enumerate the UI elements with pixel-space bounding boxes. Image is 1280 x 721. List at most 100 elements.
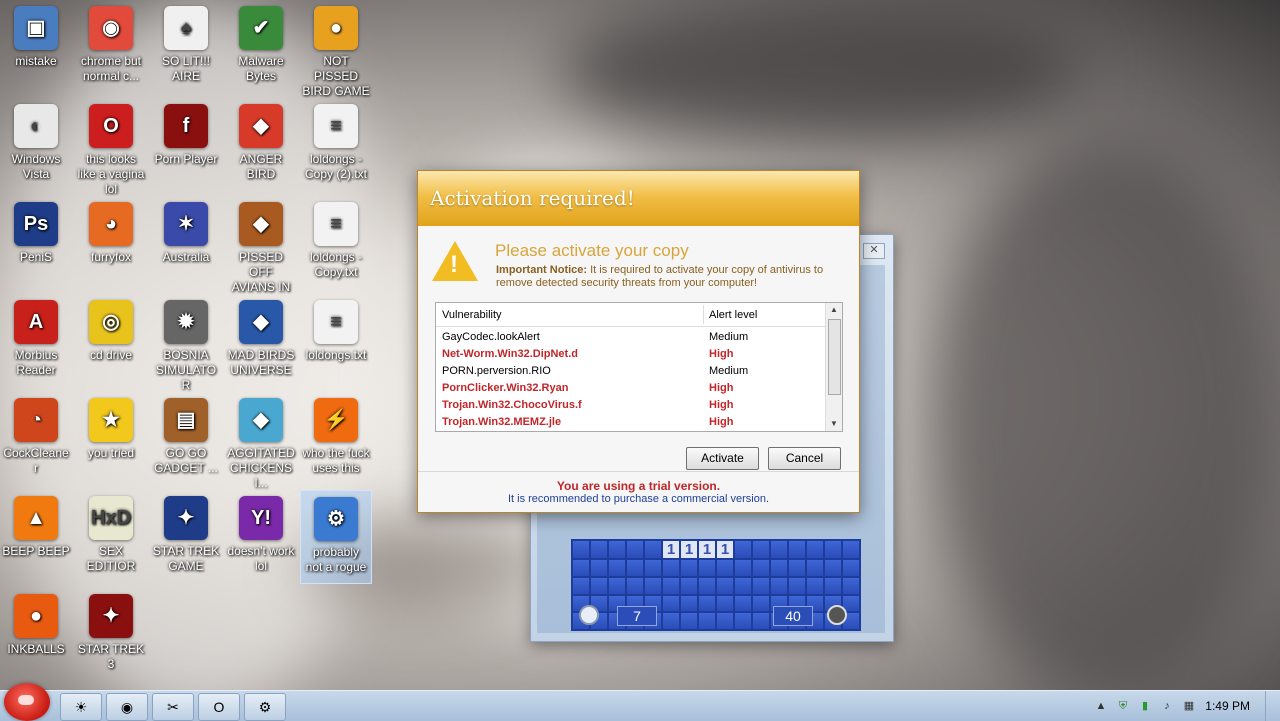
taskbar-button[interactable]: ◉ bbox=[106, 693, 148, 721]
volume-icon[interactable]: ♪ bbox=[1160, 699, 1174, 713]
mine-cell[interactable] bbox=[735, 560, 751, 576]
purchase-recommendation[interactable]: It is recommended to purchase a commerci… bbox=[418, 493, 859, 505]
column-alert-level[interactable]: Alert level bbox=[709, 309, 757, 321]
desktop-icon[interactable]: ✶ Australia bbox=[150, 196, 222, 290]
mine-cell[interactable] bbox=[771, 541, 787, 558]
mine-cell[interactable] bbox=[699, 560, 715, 576]
desktop-icon[interactable]: A Morbius Reader bbox=[0, 294, 72, 388]
taskbar-button[interactable]: ⚙ bbox=[244, 693, 286, 721]
mine-cell[interactable] bbox=[627, 577, 643, 594]
column-vulnerability[interactable]: Vulnerability bbox=[442, 309, 502, 321]
desktop-icon[interactable]: ◕ furryfox bbox=[75, 196, 147, 290]
mine-cell[interactable]: 1 bbox=[717, 541, 733, 558]
mine-cell[interactable] bbox=[807, 560, 823, 576]
mine-cell[interactable] bbox=[807, 541, 823, 558]
list-item[interactable]: PORN.perversion.RIO Medium bbox=[436, 363, 825, 380]
cancel-button[interactable]: Cancel bbox=[768, 447, 841, 470]
activate-button[interactable]: Activate bbox=[686, 447, 759, 470]
desktop-icon[interactable]: ✹ BOSNIA SIMULATOR bbox=[150, 294, 222, 392]
desktop-icon[interactable]: Ps PeniS bbox=[0, 196, 72, 290]
desktop-icon[interactable]: ✔ Malware Bytes bbox=[225, 0, 297, 94]
list-item[interactable]: Trojan.Win32.ChocoVirus.f High bbox=[436, 397, 825, 414]
desktop-icon[interactable]: ✦ STAR TREK 3 bbox=[75, 588, 147, 682]
mine-cell[interactable] bbox=[825, 560, 841, 576]
mine-cell[interactable] bbox=[753, 541, 769, 558]
mine-cell[interactable] bbox=[735, 577, 751, 594]
mine-cell[interactable] bbox=[663, 577, 679, 594]
list-header[interactable]: Vulnerability Alert level bbox=[436, 303, 825, 327]
network-icon[interactable]: ▦ bbox=[1182, 699, 1196, 713]
desktop-icon[interactable]: ⚡ who the fuck uses this bbox=[300, 392, 372, 486]
mine-cell[interactable] bbox=[789, 577, 805, 594]
mine-cell[interactable] bbox=[591, 541, 607, 558]
desktop-icon[interactable]: ▤ GO GO GADGET ... bbox=[150, 392, 222, 486]
desktop-icon[interactable]: ● INKBALLS bbox=[0, 588, 72, 682]
mine-cell[interactable] bbox=[771, 577, 787, 594]
mine-cell[interactable] bbox=[645, 560, 661, 576]
mine-cell[interactable] bbox=[843, 577, 859, 594]
mine-cell[interactable] bbox=[627, 541, 643, 558]
desktop-icon[interactable]: ▣ mistake bbox=[0, 0, 72, 94]
mine-cell[interactable] bbox=[843, 560, 859, 576]
list-item[interactable]: GayCodec.lookAlert Medium bbox=[436, 329, 825, 346]
scroll-thumb[interactable] bbox=[828, 319, 841, 395]
mine-cell[interactable] bbox=[609, 577, 625, 594]
mine-cell[interactable] bbox=[789, 541, 805, 558]
mine-cell[interactable] bbox=[789, 560, 805, 576]
desktop-icon[interactable]: ✦ STAR TREK GAME bbox=[150, 490, 222, 584]
shield-icon[interactable]: ⛨ bbox=[1116, 699, 1130, 713]
mine-cell[interactable] bbox=[717, 577, 733, 594]
desktop-icon[interactable]: ◆ MAD BIRDS UNIVERSE bbox=[225, 294, 297, 388]
desktop-icon[interactable]: ▲ BEEP BEEP bbox=[0, 490, 72, 584]
desktop-icon[interactable]: Othis looks like a vagina lol bbox=[75, 98, 147, 196]
desktop-icon[interactable]: ◐ Windows Vista bbox=[0, 98, 72, 192]
desktop-icon[interactable]: ★ you tried bbox=[75, 392, 147, 486]
mine-cell[interactable] bbox=[717, 560, 733, 576]
scroll-up-icon[interactable]: ▲ bbox=[826, 303, 842, 317]
mine-cell[interactable] bbox=[825, 541, 841, 558]
mine-cell[interactable] bbox=[753, 577, 769, 594]
mine-cell[interactable] bbox=[591, 560, 607, 576]
mine-cell[interactable]: 1 bbox=[699, 541, 715, 558]
list-item[interactable]: PornClicker.Win32.Ryan High bbox=[436, 380, 825, 397]
desktop-icon[interactable]: ◆ AGGITATED CHICKENS I... bbox=[225, 392, 297, 490]
clock[interactable]: 1:49 PM bbox=[1205, 699, 1250, 713]
scroll-down-icon[interactable]: ▼ bbox=[826, 417, 842, 431]
desktop-icon[interactable]: ⚙ probably not a rogue bbox=[300, 490, 372, 584]
mine-cell[interactable] bbox=[609, 560, 625, 576]
start-button[interactable] bbox=[4, 683, 50, 721]
desktop-icon[interactable]: ◉ chrome but normal c... bbox=[75, 0, 147, 94]
mine-cell[interactable]: 1 bbox=[663, 541, 679, 558]
mine-cell[interactable] bbox=[609, 541, 625, 558]
desktop-icon[interactable]: f Porn Player bbox=[150, 98, 222, 192]
mine-cell[interactable] bbox=[681, 577, 697, 594]
taskbar-button[interactable]: ✂ bbox=[152, 693, 194, 721]
list-item[interactable]: Trojan.Win32.MEMZ.jle High bbox=[436, 414, 825, 431]
mine-cell[interactable] bbox=[843, 541, 859, 558]
mine-cell[interactable] bbox=[591, 577, 607, 594]
desktop-icon[interactable]: ● NOT PISSED BIRD GAME bbox=[300, 0, 372, 98]
mine-cell[interactable] bbox=[663, 560, 679, 576]
desktop-icon[interactable]: ◔ CockCleaner bbox=[0, 392, 72, 486]
show-desktop-button[interactable] bbox=[1265, 691, 1280, 721]
mine-cell[interactable]: 1 bbox=[681, 541, 697, 558]
mine-cell[interactable] bbox=[681, 560, 697, 576]
taskbar-button[interactable]: O bbox=[198, 693, 240, 721]
mine-cell[interactable] bbox=[825, 577, 841, 594]
close-icon[interactable]: ✕ bbox=[863, 243, 885, 259]
desktop-icon[interactable]: ◆PISSED OFF AVIANS IN ... bbox=[225, 196, 297, 309]
list-scrollbar[interactable]: ▲ ▼ bbox=[825, 303, 842, 431]
desktop-icon[interactable]: ◎ cd drive bbox=[75, 294, 147, 388]
battery-icon[interactable]: ▮ bbox=[1138, 699, 1152, 713]
vulnerability-list[interactable]: Vulnerability Alert level GayCodec.lookA… bbox=[435, 302, 843, 432]
show-hidden-icons-icon[interactable]: ▲ bbox=[1094, 699, 1108, 713]
taskbar-button[interactable]: ☀ bbox=[60, 693, 102, 721]
desktop-icon[interactable]: ≡ loldongs - Copy.txt bbox=[300, 196, 372, 290]
mine-cell[interactable] bbox=[735, 541, 751, 558]
desktop-icon[interactable]: Y! doesn't work lol bbox=[225, 490, 297, 584]
desktop-icon[interactable]: ≡ loldongs.txt bbox=[300, 294, 372, 388]
mine-cell[interactable] bbox=[807, 577, 823, 594]
desktop-icon[interactable]: ≡ loldongs - Copy (2).txt bbox=[300, 98, 372, 192]
mine-cell[interactable] bbox=[699, 577, 715, 594]
desktop-icon[interactable]: HxD SEX EDITIOR bbox=[75, 490, 147, 584]
